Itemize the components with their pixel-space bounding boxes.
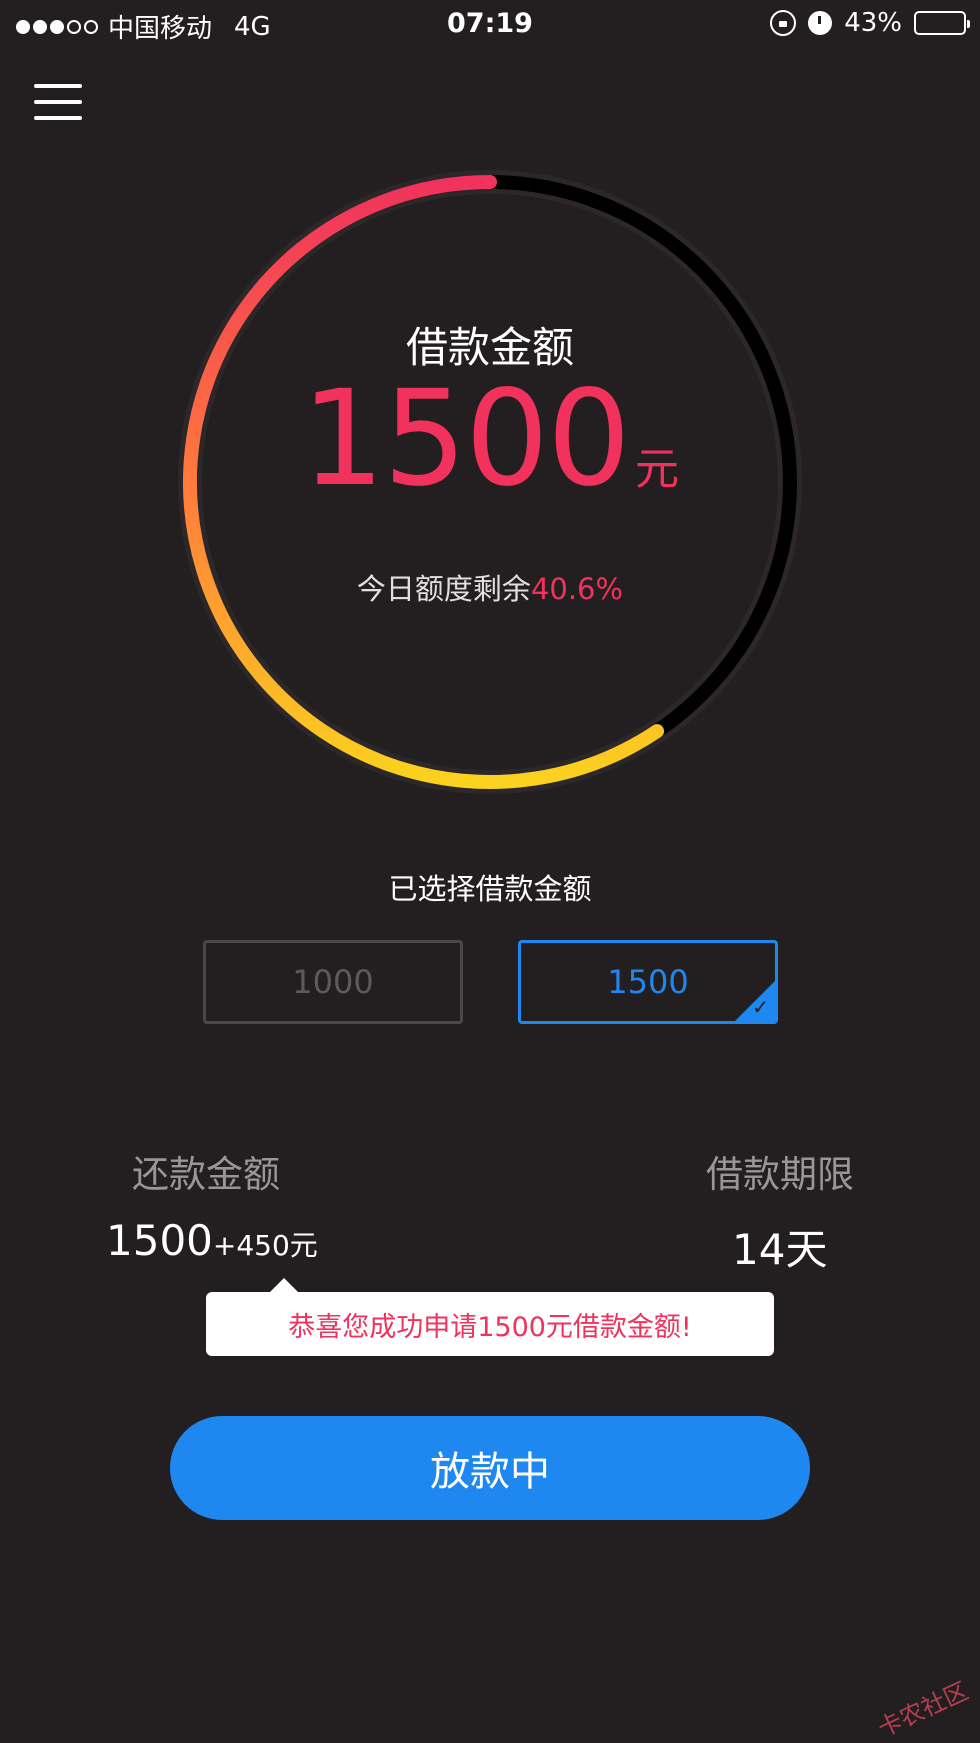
gauge-amount-unit: 元 <box>634 444 679 495</box>
quota-remaining: 今日额度剩余40.6% <box>170 566 810 608</box>
quota-remaining-label: 今日额度剩余 <box>356 572 531 606</box>
repayment-value: 1500+450元 <box>106 1216 318 1265</box>
gauge-amount: 1500 元 <box>170 362 810 516</box>
term-label: 借款期限 <box>706 1153 854 1196</box>
amount-option-label: 1000 <box>292 963 374 1001</box>
quota-remaining-value: 40.6% <box>530 572 624 606</box>
repayment-principal: 1500 <box>106 1216 213 1265</box>
status-bar: 中国移动 4G 07:19 43% <box>0 0 980 50</box>
repayment-interest: +450元 <box>212 1229 318 1262</box>
repayment-label: 还款金额 <box>132 1153 280 1196</box>
success-tooltip: 恭喜您成功申请1500元借款金额! <box>206 1292 774 1356</box>
battery-icon <box>914 11 970 35</box>
amount-option-1500[interactable]: 1500 ✓ <box>518 940 778 1024</box>
menu-icon[interactable] <box>34 84 82 120</box>
gauge-amount-value: 1500 <box>301 362 631 516</box>
term-days: 14天 <box>732 1225 828 1274</box>
term-value: 14天 <box>732 1216 827 1277</box>
status-right: 43% <box>770 8 970 38</box>
tooltip-arrow <box>270 1278 298 1292</box>
loan-page: 中国移动 4G 07:19 43% 借款金额 1500 元 今日额度剩余40.6… <box>0 0 980 1743</box>
battery-percent: 43% <box>844 8 902 38</box>
amount-option-1000[interactable]: 1000 <box>203 940 463 1024</box>
watermark: 卡农社区 <box>873 1676 973 1743</box>
rotation-lock-icon <box>770 10 797 36</box>
loan-amount-gauge: 借款金额 1500 元 今日额度剩余40.6% <box>170 162 810 802</box>
checkmark-icon: ✓ <box>752 995 769 1019</box>
alarm-icon <box>808 11 833 35</box>
selected-amount-label: 已选择借款金额 <box>388 872 592 906</box>
disbursing-button[interactable]: 放款中 <box>170 1416 810 1520</box>
amount-option-label: 1500 <box>607 963 689 1001</box>
